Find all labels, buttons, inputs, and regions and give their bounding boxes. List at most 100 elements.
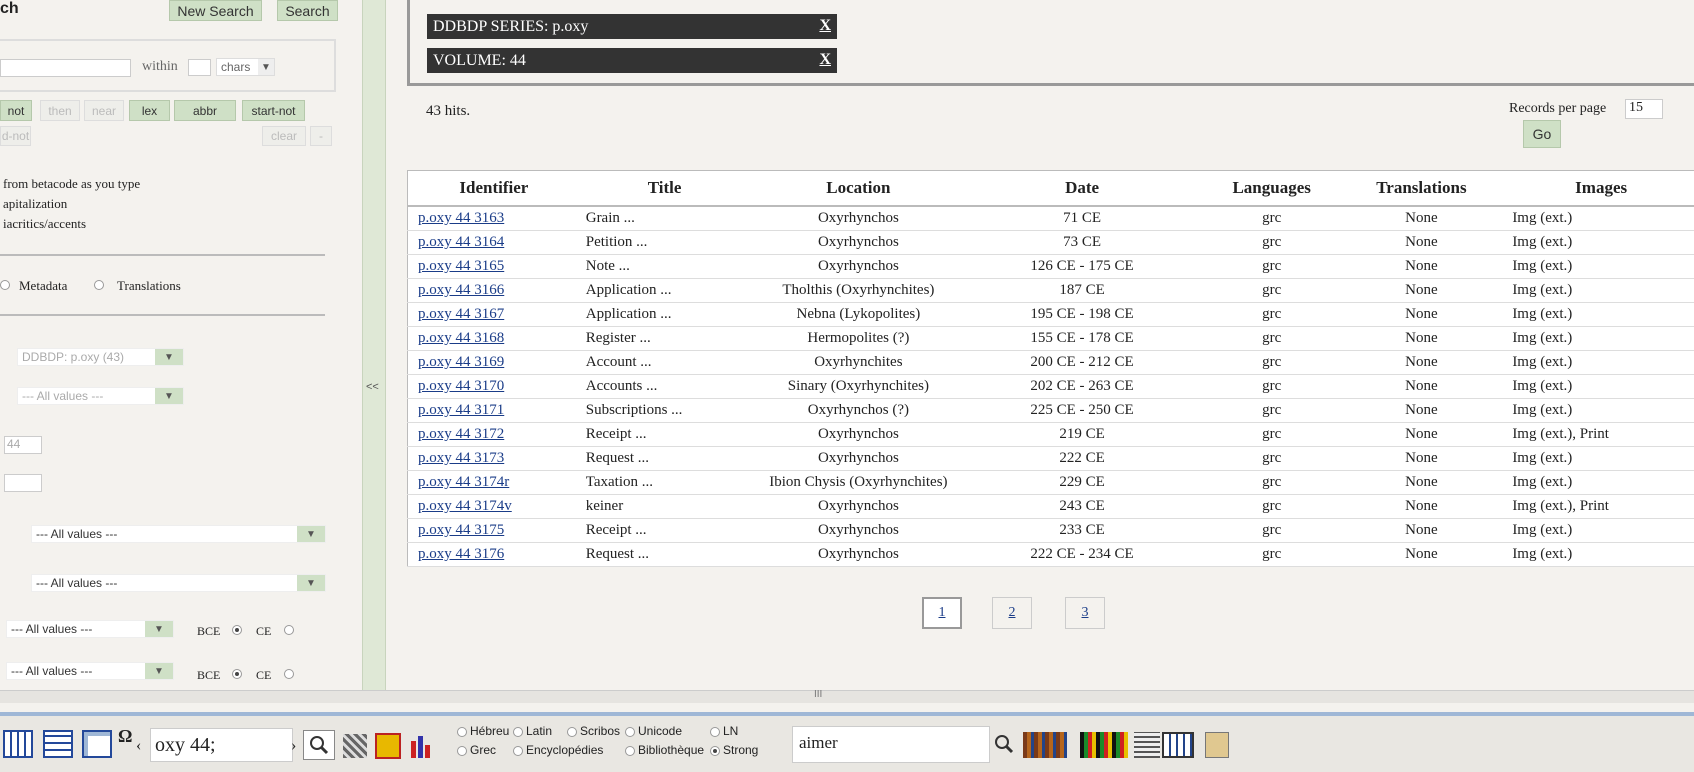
user-icon[interactable]: [1205, 732, 1229, 758]
within-count-input[interactable]: [188, 59, 211, 76]
op-start-not-button[interactable]: start-not: [242, 100, 305, 121]
remove-button[interactable]: -: [310, 126, 332, 146]
books-icon[interactable]: [1023, 732, 1067, 758]
secondary-search-icon[interactable]: [991, 730, 1017, 760]
dictionary-radio-label: Bibliothèque: [638, 743, 705, 757]
panel-splitter[interactable]: <<: [362, 0, 386, 690]
record-link[interactable]: p.oxy 44 3169: [418, 354, 504, 370]
columns-tool-icon[interactable]: [1162, 732, 1194, 758]
record-link[interactable]: p.oxy 44 3171: [418, 402, 504, 418]
record-link[interactable]: p.oxy 44 3172: [418, 426, 504, 442]
remove-filter-button[interactable]: X: [819, 17, 831, 35]
layout-stacked-icon[interactable]: [82, 730, 112, 758]
provenance-select[interactable]: --- All values --- ▼: [31, 525, 326, 543]
col-translations[interactable]: Translations: [1346, 170, 1497, 207]
series-select[interactable]: DDBDP: p.oxy (43) ▼: [17, 348, 184, 366]
option-betacode[interactable]: from betacode as you type: [3, 176, 140, 192]
dictionary-radio[interactable]: [710, 746, 720, 756]
library-icon[interactable]: [1080, 732, 1128, 758]
date-start-select[interactable]: --- All values --- ▼: [6, 620, 174, 638]
dictionary-radio[interactable]: [513, 727, 523, 737]
document-number-input[interactable]: [4, 474, 42, 492]
op-near-button[interactable]: near: [84, 100, 124, 121]
layout-columns-icon[interactable]: [3, 730, 33, 758]
series-select-value: DDBDP: p.oxy (43): [22, 350, 125, 364]
op-then-button[interactable]: then: [40, 100, 80, 121]
chart-tool-icon[interactable]: [375, 733, 401, 759]
grid-tool-icon[interactable]: [343, 734, 367, 758]
record-link[interactable]: p.oxy 44 3165: [418, 258, 504, 274]
records-per-page-input[interactable]: 15: [1625, 99, 1663, 119]
go-button[interactable]: Go: [1523, 120, 1561, 148]
record-link[interactable]: p.oxy 44 3164: [418, 234, 504, 250]
date-start-bce-radio[interactable]: [232, 625, 242, 635]
page-3-button[interactable]: 3: [1065, 597, 1105, 629]
translations-radio[interactable]: [94, 280, 104, 290]
dictionary-radio[interactable]: [513, 746, 523, 756]
layout-rows-icon[interactable]: [43, 730, 73, 758]
col-images[interactable]: Images: [1496, 170, 1694, 207]
remove-filter-button[interactable]: X: [819, 51, 831, 69]
record-link[interactable]: p.oxy 44 3168: [418, 330, 504, 346]
op-not-button[interactable]: not: [0, 100, 32, 121]
query-input[interactable]: oxy 44;: [150, 728, 293, 762]
cell-images: Img (ext.): [1496, 230, 1694, 255]
col-date[interactable]: Date: [967, 170, 1197, 207]
dictionary-radio[interactable]: [710, 727, 720, 737]
record-link[interactable]: p.oxy 44 3174v: [418, 498, 512, 514]
grip-icon[interactable]: III: [814, 689, 822, 700]
next-icon[interactable]: ›: [291, 737, 296, 755]
provenance-select-value: --- All values ---: [36, 527, 118, 541]
record-link[interactable]: p.oxy 44 3166: [418, 282, 504, 298]
search-input[interactable]: [0, 59, 131, 77]
secondary-search-input[interactable]: aimer: [792, 726, 990, 763]
dictionary-radio[interactable]: [625, 727, 635, 737]
volume-input[interactable]: 44: [4, 436, 42, 454]
cell-identifier: p.oxy 44 3172: [407, 422, 580, 447]
date-end-bce-radio[interactable]: [232, 669, 242, 679]
prev-icon[interactable]: ‹: [136, 737, 141, 755]
clear-button[interactable]: clear: [262, 126, 306, 146]
col-title[interactable]: Title: [579, 170, 750, 207]
collapse-panel-icon[interactable]: <<: [366, 381, 379, 393]
op-lex-button[interactable]: lex: [129, 100, 170, 121]
table-row: p.oxy 44 3174r Taxation ... Ibion Chysis (…: [407, 470, 1694, 495]
date-start-ce-radio[interactable]: [284, 625, 294, 635]
cell-date: 73 CE: [967, 230, 1197, 255]
col-languages[interactable]: Languages: [1196, 170, 1347, 207]
chars-select[interactable]: chars ▼: [216, 58, 275, 76]
collection-select[interactable]: --- All values --- ▼: [17, 387, 184, 405]
text-radio[interactable]: [0, 280, 10, 290]
dictionary-radio[interactable]: [567, 727, 577, 737]
record-link[interactable]: p.oxy 44 3175: [418, 522, 504, 538]
new-search-button[interactable]: New Search: [169, 0, 262, 21]
bottom-toolbar: Ω ‹ oxy 44; › Hébreu Latin Scribos Unicode L…: [0, 712, 1694, 772]
search-button[interactable]: Search: [277, 0, 338, 21]
date-end-ce-radio[interactable]: [284, 669, 294, 679]
place-select[interactable]: --- All values --- ▼: [31, 574, 326, 592]
col-location[interactable]: Location: [749, 170, 968, 207]
record-link[interactable]: p.oxy 44 3170: [418, 378, 504, 394]
dictionary-radio[interactable]: [457, 727, 467, 737]
bottom-splitter[interactable]: III: [0, 689, 1694, 703]
greek-keyboard-icon[interactable]: Ω: [118, 726, 132, 747]
bar-chart-icon[interactable]: [410, 733, 434, 759]
option-capitalization[interactable]: apitalization: [3, 196, 67, 212]
cell-title: Note ...: [579, 254, 750, 279]
record-link[interactable]: p.oxy 44 3174r: [418, 474, 509, 490]
record-link[interactable]: p.oxy 44 3176: [418, 546, 504, 562]
record-link[interactable]: p.oxy 44 3167: [418, 306, 504, 322]
op-abbr-button[interactable]: abbr: [174, 100, 236, 121]
date-end-select[interactable]: --- All values --- ▼: [6, 662, 174, 680]
option-diacritics[interactable]: iacritics/accents: [3, 216, 86, 232]
page-2-button[interactable]: 2: [992, 597, 1032, 629]
text-tool-icon[interactable]: [1134, 732, 1160, 758]
record-link[interactable]: p.oxy 44 3163: [418, 210, 504, 226]
col-identifier[interactable]: Identifier: [407, 170, 580, 207]
op-end-not-button[interactable]: d-not: [0, 126, 31, 146]
dictionary-radio[interactable]: [457, 746, 467, 756]
page-1-button[interactable]: 1: [922, 597, 962, 629]
search-icon[interactable]: [303, 730, 335, 760]
dictionary-radio[interactable]: [625, 746, 635, 756]
record-link[interactable]: p.oxy 44 3173: [418, 450, 504, 466]
